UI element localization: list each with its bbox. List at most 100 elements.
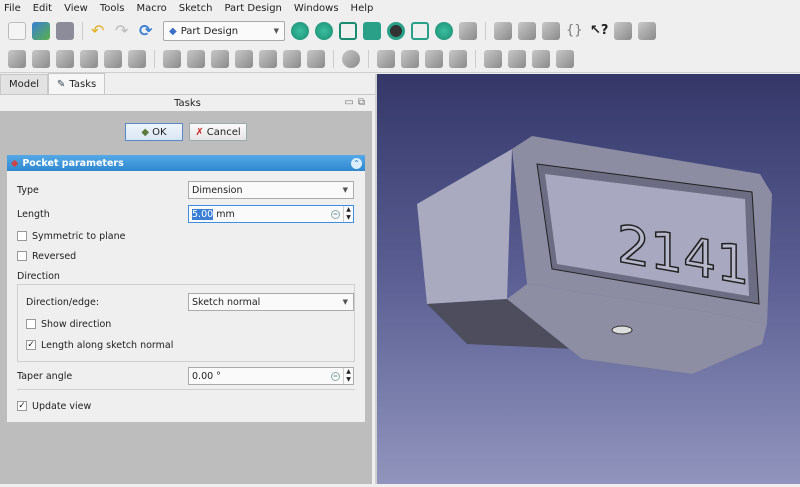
workbench-label: Part Design xyxy=(180,25,239,37)
multitransform-icon[interactable] xyxy=(556,49,574,68)
show-direction-checkbox[interactable]: Show direction xyxy=(26,315,111,333)
chevron-down-icon: ▼ xyxy=(342,298,348,306)
link-icon[interactable] xyxy=(542,22,560,40)
type-label: Type xyxy=(17,184,39,196)
menu-windows[interactable]: Windows xyxy=(294,3,339,14)
pad-icon[interactable] xyxy=(163,49,181,68)
direction-edge-dropdown[interactable]: Sketch normal ▼ xyxy=(188,293,354,311)
undo-icon[interactable]: ↶ xyxy=(91,22,109,40)
draw-style-icon[interactable] xyxy=(387,22,405,40)
menu-edit[interactable]: Edit xyxy=(33,3,52,14)
taper-value: 0.00 ° xyxy=(192,370,221,382)
loft-icon[interactable] xyxy=(211,49,229,68)
cancel-label: Cancel xyxy=(206,126,241,138)
measure-icon[interactable] xyxy=(363,22,381,40)
length-label: Length xyxy=(17,208,50,220)
checkbox-checked[interactable]: ✓ xyxy=(17,401,27,411)
view-icon[interactable] xyxy=(638,22,656,40)
menu-tools[interactable]: Tools xyxy=(100,3,125,14)
zoom-icon[interactable] xyxy=(435,22,453,40)
menu-file[interactable]: File xyxy=(4,3,21,14)
length-along-label: Length along sketch normal xyxy=(41,339,174,351)
separator xyxy=(485,22,486,40)
tab-model[interactable]: Model xyxy=(0,74,49,94)
show-direction-label: Show direction xyxy=(41,318,112,330)
open-document-icon[interactable] xyxy=(32,22,50,40)
check-geometry-icon[interactable] xyxy=(80,49,98,68)
dock-buttons[interactable]: ▭⧉ xyxy=(344,97,369,108)
revolution-icon[interactable] xyxy=(187,49,205,68)
ok-label: OK xyxy=(152,126,167,138)
validate-sketch-icon[interactable] xyxy=(56,49,74,68)
clipping-icon[interactable] xyxy=(459,22,477,40)
checkbox-checked[interactable]: ✓ xyxy=(26,340,36,350)
workbench-selector[interactable]: ◆ Part Design ▼ xyxy=(163,21,285,41)
part-icon[interactable] xyxy=(494,22,512,40)
update-view-label: Update view xyxy=(32,400,92,412)
group-icon[interactable] xyxy=(518,22,536,40)
taper-spinner[interactable]: ▲ ▼ xyxy=(343,368,353,384)
update-view-checkbox[interactable]: ✓ Update view xyxy=(17,397,91,415)
checkbox[interactable] xyxy=(26,319,36,329)
standard-views-icon[interactable] xyxy=(411,22,429,40)
save-icon[interactable] xyxy=(56,22,74,40)
create-sketch-icon[interactable] xyxy=(32,49,50,68)
taper-angle-input[interactable]: 0.00 ° = ▲ ▼ xyxy=(188,367,354,385)
refresh-icon[interactable]: ⟳ xyxy=(139,22,157,40)
pipe-icon[interactable] xyxy=(235,49,253,68)
pencil-icon: ✎ xyxy=(57,78,66,90)
fillet-icon[interactable] xyxy=(377,49,395,68)
collapse-icon[interactable]: ⌃ xyxy=(351,157,362,169)
cancel-icon: ✗ xyxy=(195,126,204,138)
zoom-selection-icon[interactable] xyxy=(315,22,333,40)
linear-pattern-icon[interactable] xyxy=(508,49,526,68)
length-along-normal-checkbox[interactable]: ✓ Length along sketch normal xyxy=(26,336,173,354)
menu-view[interactable]: View xyxy=(64,3,88,14)
checkbox[interactable] xyxy=(17,251,27,261)
thickness-icon[interactable] xyxy=(449,49,467,68)
new-document-icon[interactable] xyxy=(8,22,26,40)
direction-edge-label: Direction/edge: xyxy=(26,296,100,308)
length-spinner[interactable]: ▲ ▼ xyxy=(343,206,353,222)
ok-icon: ◆ xyxy=(141,126,150,138)
view-isometric-icon[interactable] xyxy=(339,22,357,40)
datum-icon[interactable] xyxy=(128,49,146,68)
taper-angle-label: Taper angle xyxy=(17,370,73,382)
divider xyxy=(17,389,355,390)
macro-icon[interactable]: {} xyxy=(566,22,584,40)
shape-binder-icon[interactable] xyxy=(104,49,122,68)
checkbox[interactable] xyxy=(17,231,27,241)
reversed-label: Reversed xyxy=(32,250,77,262)
symmetric-checkbox[interactable]: Symmetric to plane xyxy=(17,227,125,245)
3d-viewport[interactable]: 2141 xyxy=(377,74,800,484)
helix-icon[interactable] xyxy=(259,49,277,68)
ok-button[interactable]: ◆ OK xyxy=(125,123,183,141)
mirrored-icon[interactable] xyxy=(484,49,502,68)
pocket-icon[interactable] xyxy=(307,49,325,68)
redo-icon[interactable]: ↷ xyxy=(115,22,133,40)
create-body-icon[interactable] xyxy=(8,49,26,68)
menu-macro[interactable]: Macro xyxy=(136,3,166,14)
tab-tasks[interactable]: ✎ Tasks xyxy=(48,73,106,94)
reversed-checkbox[interactable]: Reversed xyxy=(17,247,76,265)
additive-primitive-icon[interactable] xyxy=(283,49,301,68)
whats-this-icon[interactable]: ↖? xyxy=(590,22,608,40)
separator xyxy=(475,49,476,68)
boolean-icon[interactable] xyxy=(342,49,360,68)
menubar: File Edit View Tools Macro Sketch Part D… xyxy=(0,0,800,17)
cancel-button[interactable]: ✗ Cancel xyxy=(189,123,247,141)
expression-icon[interactable]: = xyxy=(331,371,340,381)
menu-help[interactable]: Help xyxy=(351,3,374,14)
draft-icon[interactable] xyxy=(425,49,443,68)
tab-tasks-label: Tasks xyxy=(69,78,97,90)
zoom-fit-all-icon[interactable] xyxy=(291,22,309,40)
expression-icon[interactable]: = xyxy=(331,209,340,219)
workbench-icon[interactable] xyxy=(614,22,632,40)
polar-pattern-icon[interactable] xyxy=(532,49,550,68)
menu-sketch[interactable]: Sketch xyxy=(179,3,213,14)
chamfer-icon[interactable] xyxy=(401,49,419,68)
length-input[interactable]: 5.00 mm = ▲ ▼ xyxy=(188,205,354,223)
menu-part-design[interactable]: Part Design xyxy=(224,3,281,14)
model-hole xyxy=(611,325,633,335)
type-dropdown[interactable]: Dimension ▼ xyxy=(188,181,354,199)
